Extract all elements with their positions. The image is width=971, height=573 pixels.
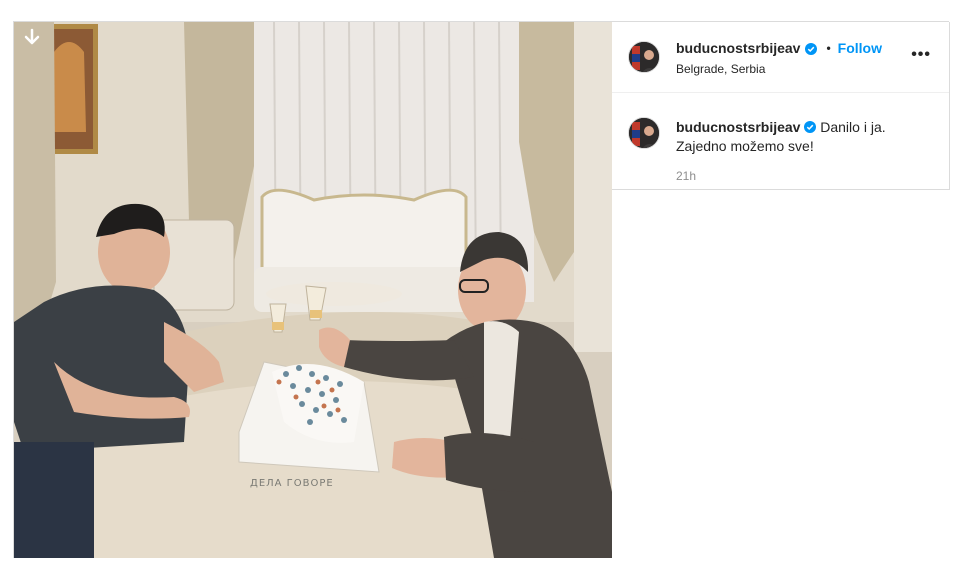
- instagram-post: ДЕЛА ГОВОРЕ buducnostsrbijeav • Follow B…: [13, 21, 954, 563]
- cake-inscription: ДЕЛА ГОВОРЕ: [250, 478, 334, 489]
- download-arrow-icon[interactable]: [22, 28, 42, 48]
- username-row: buducnostsrbijeav • Follow: [676, 40, 882, 56]
- caption-username[interactable]: buducnostsrbijeav: [676, 119, 800, 135]
- verified-badge-icon: [804, 119, 817, 133]
- username-link[interactable]: buducnostsrbijeav: [676, 40, 800, 56]
- separator-dot: •: [826, 41, 831, 55]
- more-options-icon[interactable]: •••: [911, 47, 931, 63]
- avatar[interactable]: [628, 41, 660, 73]
- blank-area: [612, 190, 954, 563]
- caption-text-line2: Zajedno možemo sve!: [676, 138, 814, 154]
- post-caption: buducnostsrbijeav Danilo i ja. Zajedno m…: [676, 118, 926, 156]
- screen: ДЕЛА ГОВОРЕ buducnostsrbijeav • Follow B…: [0, 0, 971, 573]
- verified-badge-icon: [805, 42, 818, 55]
- caption-text-line1: Danilo i ja.: [820, 119, 886, 135]
- location-link[interactable]: Belgrade, Serbia: [676, 62, 765, 76]
- post-header: buducnostsrbijeav • Follow Belgrade, Ser…: [612, 22, 949, 93]
- post-photo[interactable]: ДЕЛА ГОВОРЕ: [14, 22, 612, 558]
- avatar[interactable]: [628, 117, 660, 149]
- post-details: buducnostsrbijeav • Follow Belgrade, Ser…: [612, 22, 950, 190]
- post-side-panel: buducnostsrbijeav • Follow Belgrade, Ser…: [612, 22, 954, 563]
- post-timestamp[interactable]: 21h: [676, 169, 696, 183]
- follow-button[interactable]: Follow: [838, 40, 882, 56]
